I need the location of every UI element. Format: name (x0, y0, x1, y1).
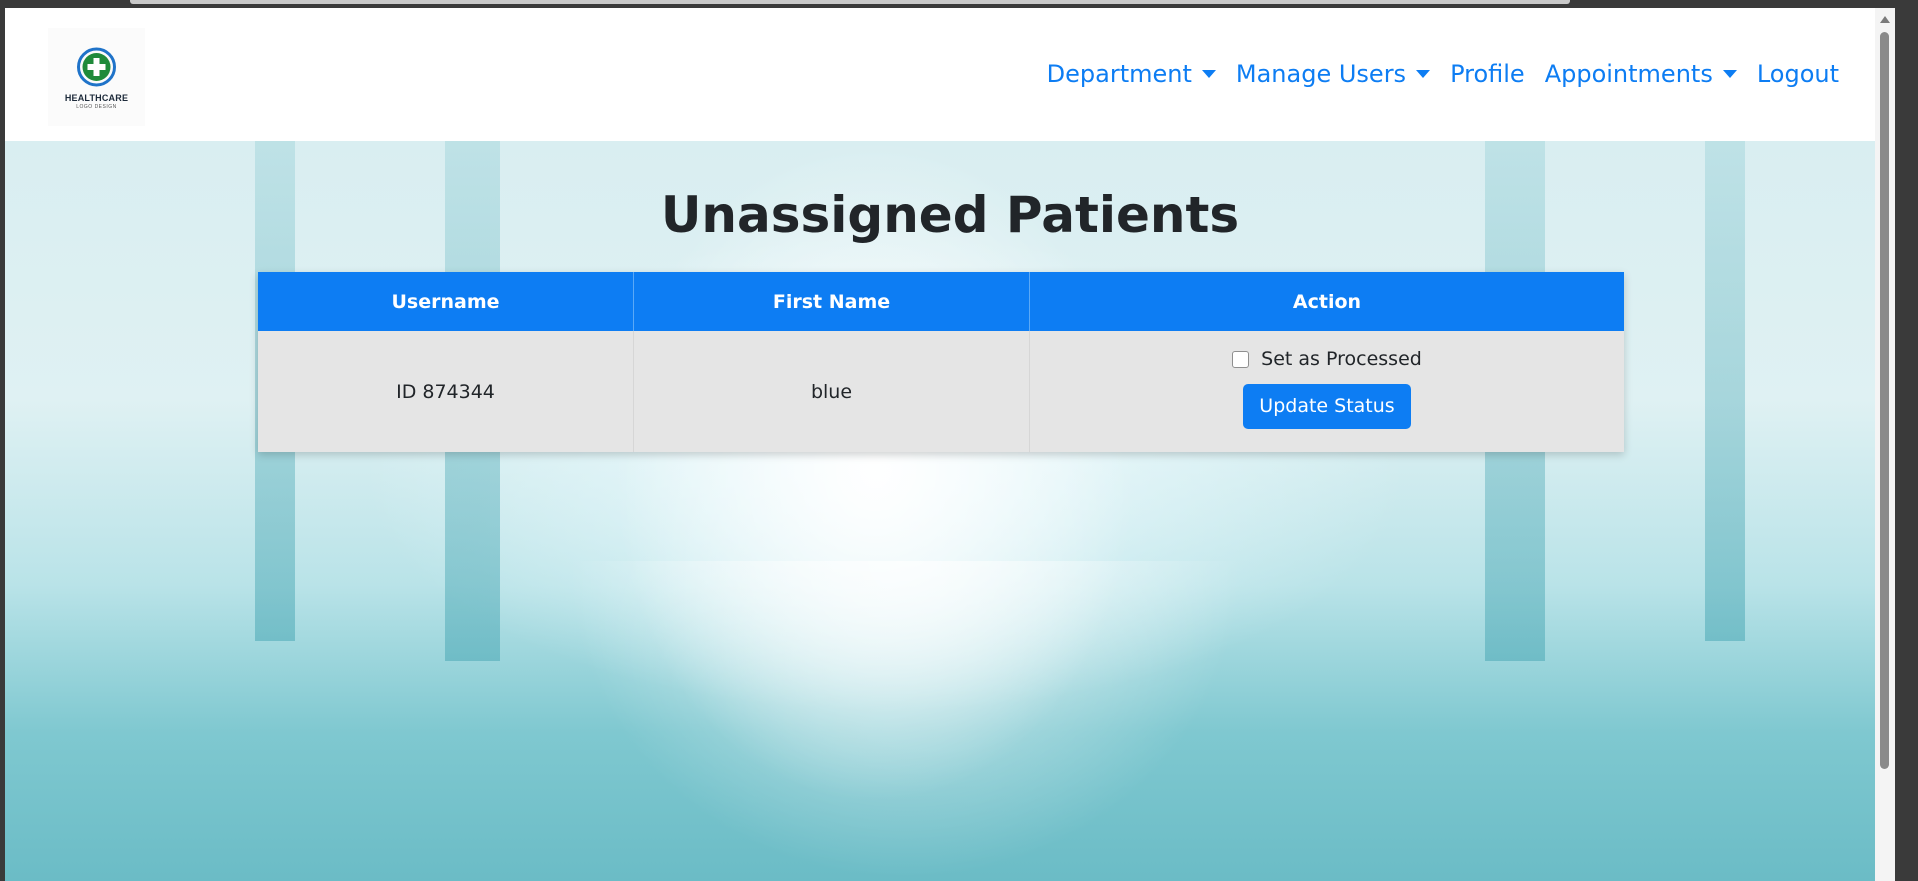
hospital-hallway-background (5, 141, 1895, 881)
page-title: Unassigned Patients (660, 186, 1240, 244)
set-as-processed-checkbox[interactable] (1232, 350, 1250, 368)
nav-manage-users-label: Manage Users (1235, 60, 1407, 88)
scroll-up-arrow-icon[interactable] (1880, 16, 1890, 23)
healthcare-logo[interactable]: HEALTHCARE LOGO DESIGN (48, 28, 145, 126)
medical-cross-icon (77, 47, 116, 87)
nav-logout-label: Logout (1756, 60, 1839, 88)
update-status-button[interactable]: Update Status (1243, 384, 1411, 429)
main-nav: Department Manage Users Profile Appointm… (1037, 56, 1849, 92)
caret-down-icon (1722, 70, 1737, 78)
column-header-first-name: First Name (633, 272, 1030, 331)
cell-first-name: blue (633, 331, 1030, 452)
navbar: HEALTHCARE LOGO DESIGN Department Manage… (5, 8, 1895, 141)
browser-top-strip (130, 0, 1570, 4)
cell-action: Set as Processed Update Status (1029, 331, 1624, 452)
browser-viewport: HEALTHCARE LOGO DESIGN Department Manage… (5, 8, 1895, 881)
nav-department-dropdown[interactable]: Department (1037, 60, 1226, 88)
caret-down-icon (1201, 70, 1216, 78)
logo-tagline: LOGO DESIGN (76, 104, 117, 110)
column-header-action: Action (1029, 272, 1624, 331)
nav-logout-link[interactable]: Logout (1747, 60, 1849, 88)
scrollbar-thumb[interactable] (1880, 32, 1889, 769)
nav-manage-users-dropdown[interactable]: Manage Users (1226, 60, 1440, 88)
patients-table-container: Username First Name Action ID 874344 blu… (258, 272, 1624, 452)
column-header-username: Username (258, 272, 634, 331)
set-as-processed-label[interactable]: Set as Processed (1261, 348, 1422, 370)
nav-profile-link[interactable]: Profile (1440, 60, 1535, 88)
processed-checkbox-row: Set as Processed (1030, 348, 1624, 370)
nav-appointments-label: Appointments (1544, 60, 1713, 88)
nav-department-label: Department (1046, 60, 1192, 88)
unassigned-patients-table: Username First Name Action ID 874344 blu… (258, 272, 1624, 452)
vertical-scrollbar[interactable] (1875, 8, 1895, 881)
logo-name: HEALTHCARE (64, 93, 129, 103)
caret-down-icon (1416, 70, 1431, 78)
table-row: ID 874344 blue Set as Processed Update S… (258, 331, 1624, 452)
table-header-row: Username First Name Action (258, 272, 1624, 331)
nav-profile-label: Profile (1450, 60, 1525, 88)
nav-appointments-dropdown[interactable]: Appointments (1535, 60, 1747, 88)
cell-username: ID 874344 (258, 331, 634, 452)
